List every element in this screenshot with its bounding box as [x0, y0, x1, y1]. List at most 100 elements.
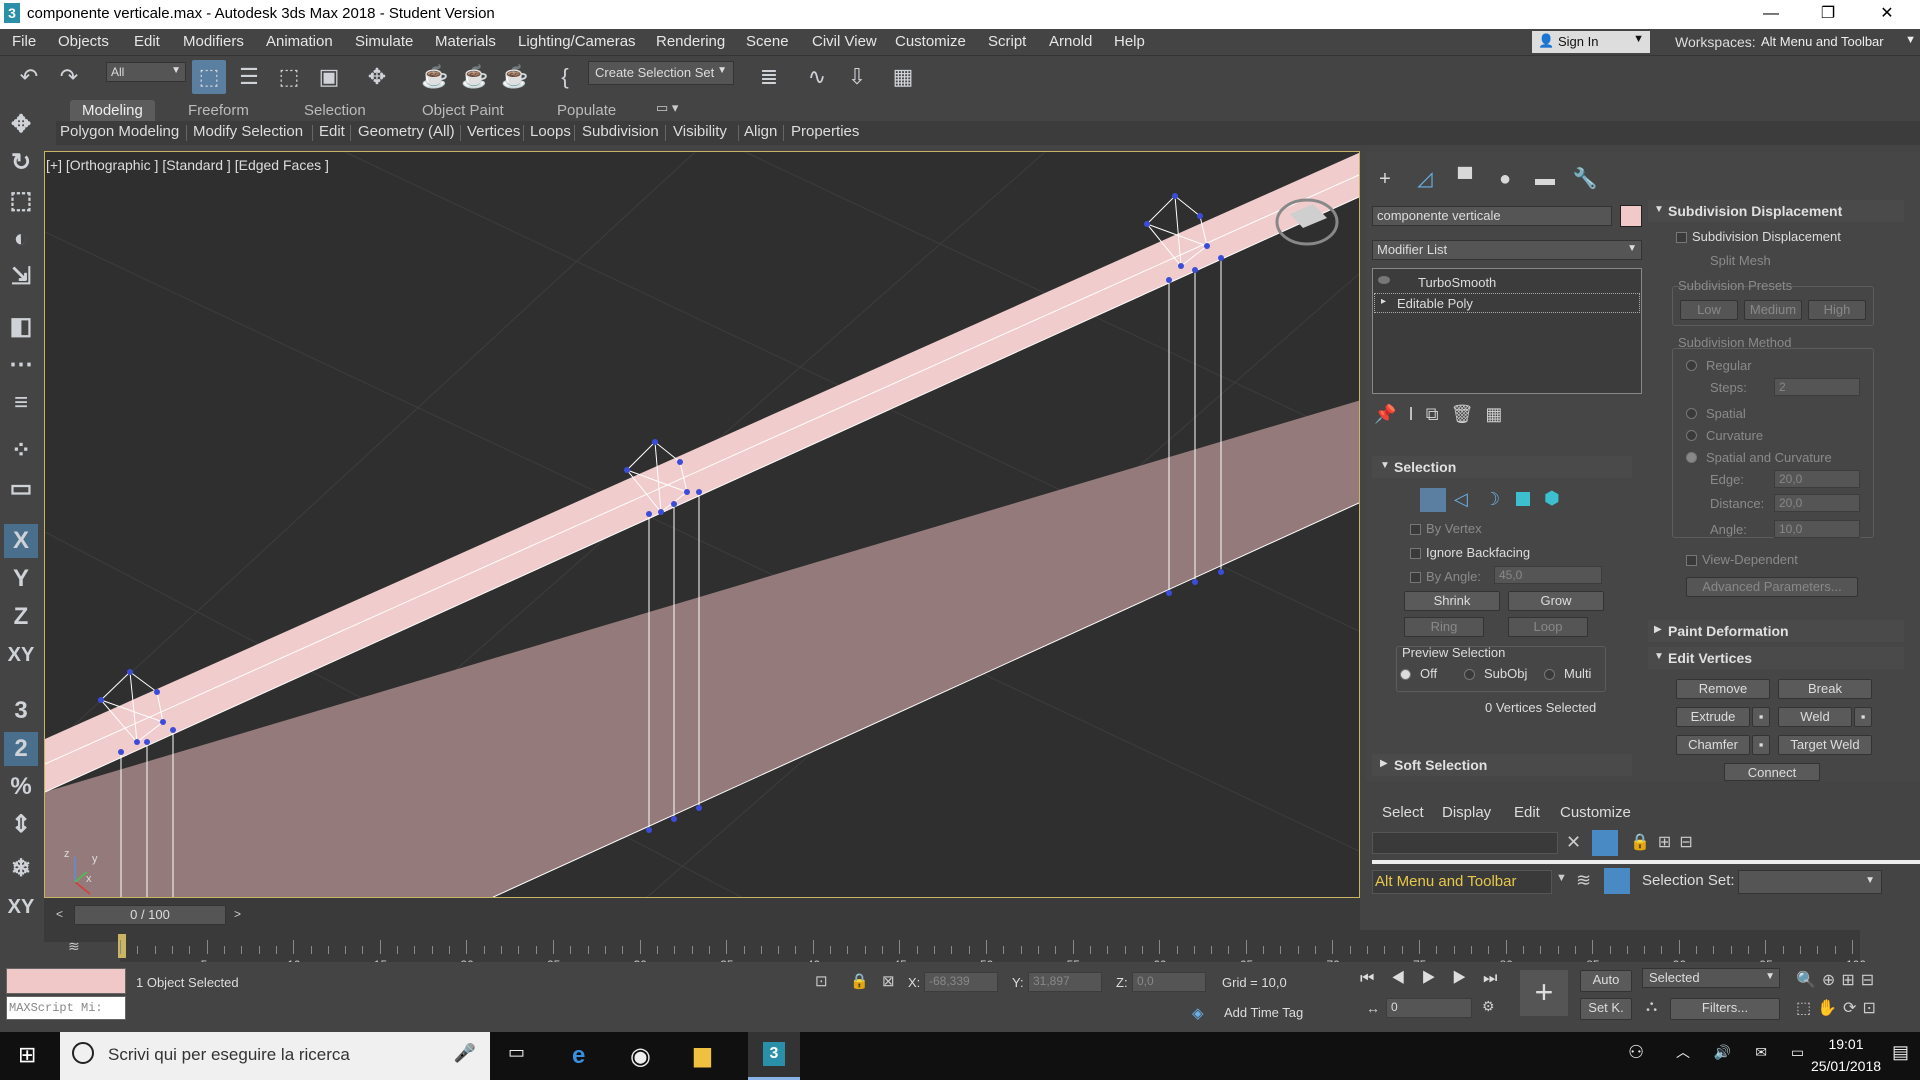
scene-menu-select[interactable]: Select	[1382, 804, 1424, 821]
by-vertex-checkbox[interactable]	[1410, 524, 1421, 535]
grow-button[interactable]: Grow	[1508, 591, 1604, 611]
current-frame-field[interactable]: 0	[1386, 998, 1472, 1018]
menu-materials[interactable]: Materials	[435, 33, 496, 50]
shrink-button[interactable]: Shrink	[1404, 591, 1500, 611]
vertex-mode-icon[interactable]	[1420, 488, 1446, 512]
chamfer-settings-icon[interactable]: ▪	[1752, 735, 1770, 755]
preset-medium-button[interactable]: Medium	[1744, 300, 1802, 320]
polygon-mode-icon[interactable]	[1516, 492, 1530, 506]
weld-button[interactable]: Weld	[1778, 707, 1852, 727]
ribbon-edit[interactable]: Edit	[319, 123, 345, 140]
filter-icon[interactable]	[1592, 830, 1618, 856]
github-icon[interactable]: ◉	[630, 1042, 651, 1071]
people-icon[interactable]: ⚇	[1628, 1042, 1644, 1063]
clock-date[interactable]: 25/01/2018	[1806, 1058, 1886, 1074]
preset-high-button[interactable]: High	[1808, 300, 1866, 320]
motion-tab-icon[interactable]: ●	[1492, 166, 1518, 192]
window-crossing-icon[interactable]: ▣	[312, 60, 346, 94]
object-color-swatch[interactable]	[1620, 205, 1642, 227]
chevron-down-icon[interactable]: ▼	[1556, 872, 1567, 884]
redo-icon[interactable]: ↷	[52, 60, 86, 94]
extrude-settings-icon[interactable]: ▪	[1752, 707, 1770, 727]
by-angle-checkbox[interactable]	[1410, 572, 1421, 583]
schematic-icon[interactable]: ⇩	[840, 60, 874, 94]
scene-menu-edit[interactable]: Edit	[1514, 804, 1540, 821]
menu-script[interactable]: Script	[988, 33, 1026, 50]
loop-button[interactable]: Loop	[1508, 617, 1588, 637]
create-selection-set-dropdown[interactable]: Create Selection Set ▼	[588, 61, 734, 85]
place-icon[interactable]: ◐	[4, 222, 38, 256]
ribbon-loops[interactable]: Loops	[530, 123, 571, 140]
time-tag-icon[interactable]: ◈	[1192, 1004, 1204, 1022]
named-selection-icon[interactable]: {	[548, 60, 582, 94]
eye-icon[interactable]	[1378, 276, 1390, 284]
spatial-radio[interactable]	[1686, 408, 1697, 419]
move-icon[interactable]: ✥	[4, 108, 38, 142]
render-setup-icon[interactable]: ☕	[418, 60, 452, 94]
ribbon-subdivision[interactable]: Subdivision	[582, 123, 659, 140]
time-config-icon[interactable]: ↔	[1366, 1000, 1380, 1016]
by-angle-spinner[interactable]: 45,0	[1494, 566, 1602, 584]
regular-radio[interactable]	[1686, 360, 1697, 371]
menu-simulate[interactable]: Simulate	[355, 33, 413, 50]
subdivision-displacement-header[interactable]: ▼ Subdivision Displacement	[1648, 200, 1904, 222]
isolate-icon[interactable]: ⊡	[815, 972, 828, 990]
ribbon-geometry-all[interactable]: Geometry (All)	[358, 123, 455, 140]
selection-filter-dropdown[interactable]: All ▼	[106, 62, 186, 82]
edge-browser-icon[interactable]: e	[572, 1042, 585, 1070]
curve-editor-icon[interactable]: ∿	[800, 60, 834, 94]
stack-item-turbosmooth[interactable]: TurboSmooth	[1374, 273, 1640, 293]
rotate-icon[interactable]: ↻	[4, 146, 38, 180]
select-move-icon[interactable]: ✥	[360, 60, 394, 94]
menu-arnold[interactable]: Arnold	[1049, 33, 1092, 50]
extrude-button[interactable]: Extrude	[1676, 707, 1750, 727]
curvature-radio[interactable]	[1686, 430, 1697, 441]
preview-multi-radio[interactable]	[1544, 669, 1555, 680]
axis-y-button[interactable]: Y	[4, 562, 38, 596]
selection-set-dropdown[interactable]: ▼	[1738, 870, 1882, 894]
menu-rendering[interactable]: Rendering	[656, 33, 725, 50]
time-slider[interactable]: 0 / 100	[74, 905, 226, 925]
edge-spinner[interactable]: 20,0	[1774, 470, 1860, 488]
axis-xy-button[interactable]: XY	[4, 638, 38, 672]
scene-workspace-dropdown[interactable]: Alt Menu and Toolbar	[1372, 870, 1552, 894]
connect-button[interactable]: Connect	[1724, 763, 1820, 781]
menu-modifiers[interactable]: Modifiers	[183, 33, 244, 50]
scene-menu-customize[interactable]: Customize	[1560, 804, 1631, 821]
menu-lighting-cameras[interactable]: Lighting/Cameras	[518, 33, 636, 50]
scene-search-input[interactable]	[1372, 832, 1558, 854]
select-object-icon[interactable]: ⬚	[192, 60, 226, 94]
axis-x-button[interactable]: X	[4, 524, 38, 558]
viewport-nav-icons-bottom[interactable]: ⬚✋⟳⊡	[1796, 998, 1882, 1018]
sign-in-dropdown[interactable]: 👤 Sign In ▼	[1532, 31, 1650, 53]
minimize-button[interactable]: —	[1748, 0, 1794, 29]
object-name-field[interactable]: componente verticale	[1372, 206, 1612, 226]
axis-xy2-button[interactable]: XY	[4, 890, 38, 924]
viewport-label[interactable]: [+] [Orthographic ] [Standard ] [Edged F…	[46, 157, 329, 173]
time-prev-icon[interactable]: <	[56, 907, 63, 921]
menu-help[interactable]: Help	[1114, 33, 1145, 50]
time-settings-icon[interactable]: ⚙	[1482, 998, 1495, 1015]
filters-button[interactable]: Filters...	[1670, 998, 1780, 1020]
subdivision-displacement-checkbox[interactable]	[1676, 232, 1687, 243]
task-view-icon[interactable]: ▭	[508, 1042, 525, 1063]
curve-editor-toggle-icon[interactable]: ≋	[68, 938, 80, 955]
paint-deformation-header[interactable]: ▶ Paint Deformation	[1648, 620, 1904, 642]
edge-mode-icon[interactable]: ◁	[1454, 489, 1468, 510]
ribbon-properties[interactable]: Properties	[791, 123, 859, 140]
align-icon[interactable]: ≡	[4, 386, 38, 420]
hierarchy-tab-icon[interactable]: ▀	[1452, 166, 1478, 192]
viewport-orthographic[interactable]	[44, 151, 1360, 898]
freeze-icon[interactable]: ❄	[4, 852, 38, 886]
maxscript-input[interactable]: MAXScript Mi:	[6, 996, 126, 1020]
expand-icon[interactable]: ▸	[1381, 296, 1386, 307]
ribbon-polygon-modeling[interactable]: Polygon Modeling	[60, 123, 179, 140]
render-frame-icon[interactable]: ☕	[498, 60, 532, 94]
menu-edit[interactable]: Edit	[134, 33, 160, 50]
chamfer-button[interactable]: Chamfer	[1676, 735, 1750, 755]
selection-rollout-header[interactable]: ▼ Selection	[1372, 456, 1632, 478]
measure-icon[interactable]: ▭	[4, 472, 38, 506]
key-mode-icon[interactable]: ⛬	[1646, 998, 1657, 1016]
ribbon-visibility[interactable]: Visibility	[673, 123, 727, 140]
weld-settings-icon[interactable]: ▪	[1854, 707, 1872, 727]
